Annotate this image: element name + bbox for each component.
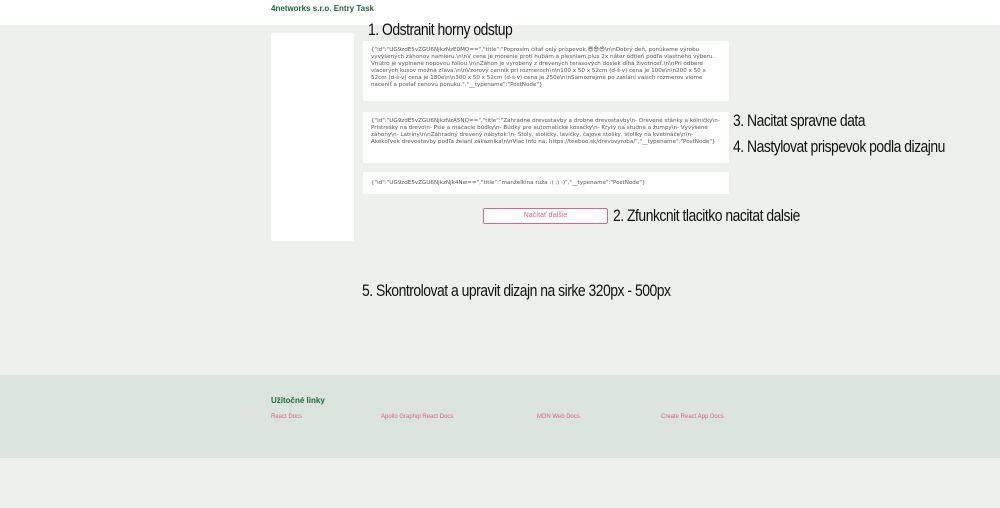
post-card: {"id":"UG9zdE5vZGU6NjkzNzA5NQ==","title"… [363,112,729,163]
footer-title: Užitočné linky [271,396,325,405]
sidebar [271,33,354,241]
annotation-1: 1. Odstranit horny odstup [368,20,513,39]
annotation-5: 5. Skontrolovat a upravit dizajn na sirk… [362,281,671,300]
footer: Užitočné linky React Docs Apollo Graphql… [0,375,1000,458]
load-more-button[interactable]: Načítať ďalšie [483,208,608,224]
post-card: {"id":"UG9zdE5vZGU6NjkzNzE0MQ==","title"… [363,41,729,101]
footer-link-cra-docs[interactable]: Create React App Docs [661,414,724,420]
annotation-4: 4. Nastylovat prispevok podla dizajnu [733,137,945,156]
annotation-3: 3. Nacitat spravne data [733,111,866,130]
footer-link-mdn-docs[interactable]: MDN Web Docs [537,414,580,420]
brand-title[interactable]: 4networks s.r.o. Entry Task [271,4,374,13]
post-card: {"id":"UG9zdE5vZGU6NjkzNjk4Nw==","title"… [363,172,729,194]
annotation-2: 2. Zfunkcnit tlacitko nacitat dalsie [613,206,800,225]
footer-link-apollo-docs[interactable]: Apollo Graphql React Docs [381,414,453,420]
footer-link-react-docs[interactable]: React Docs [271,414,302,420]
